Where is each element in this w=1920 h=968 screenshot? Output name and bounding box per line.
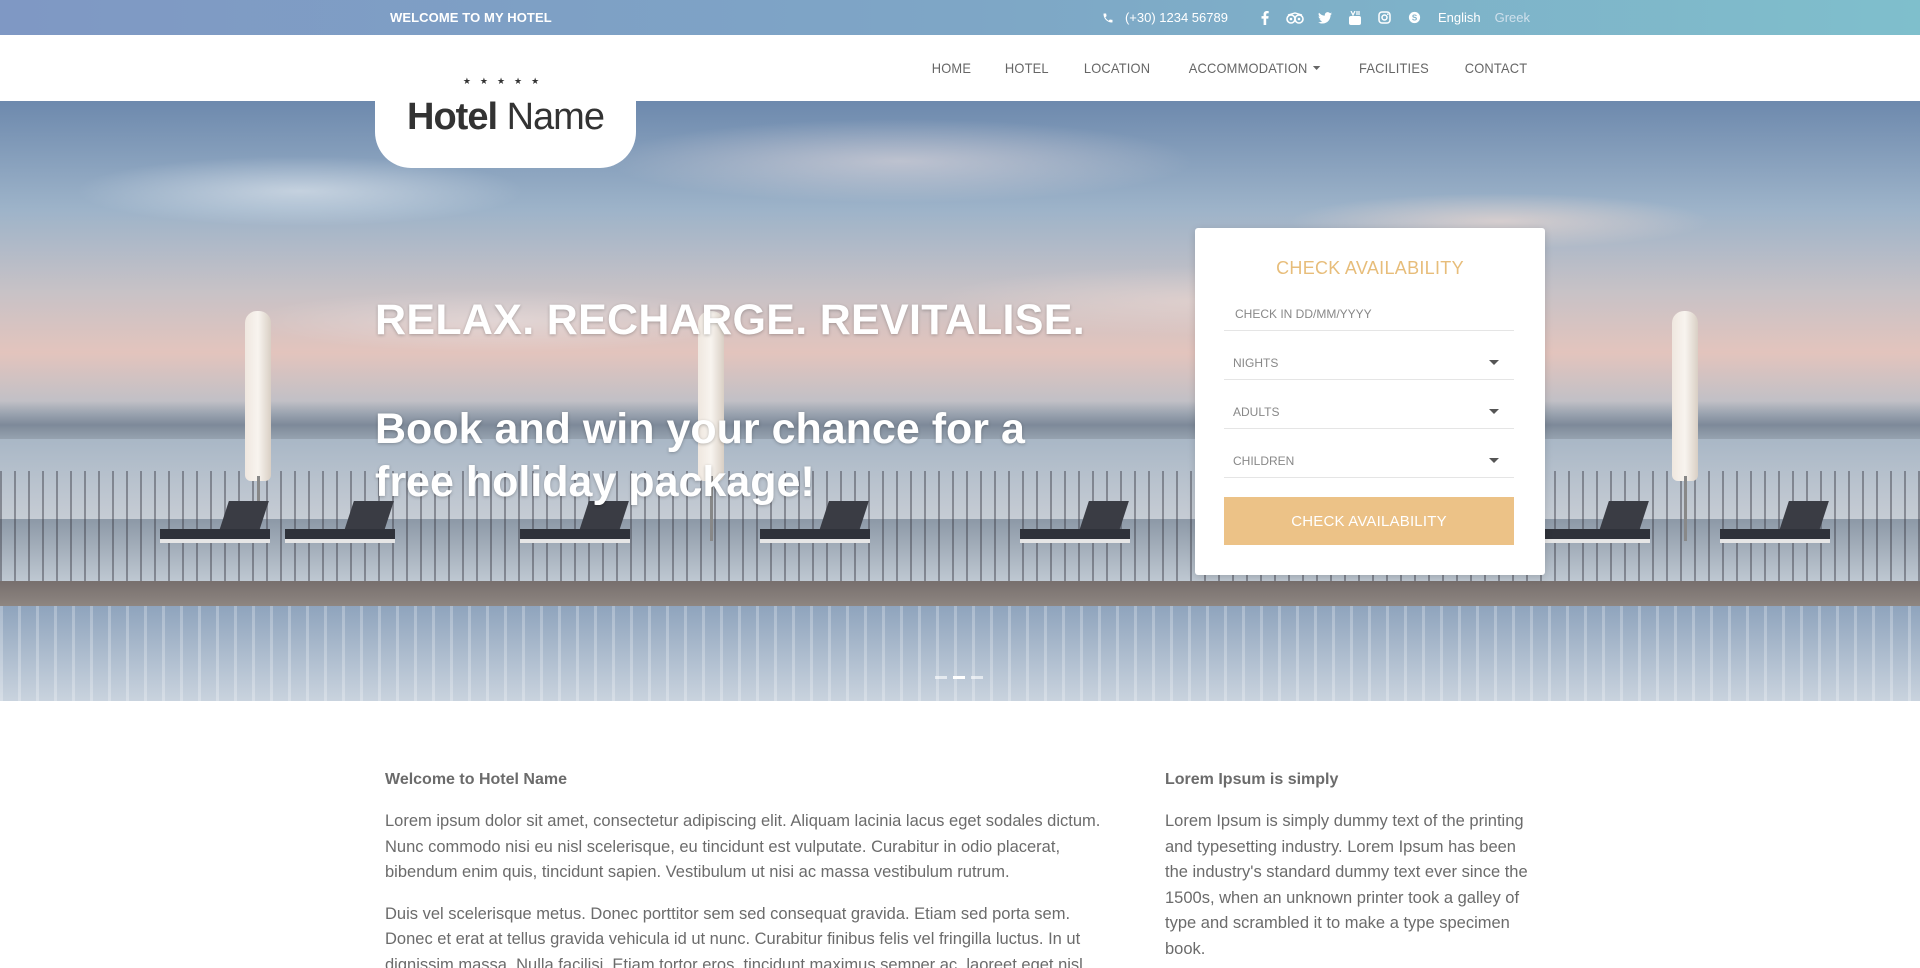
lounger-image <box>1540 501 1650 547</box>
main-navbar: HOME HOTEL LOCATION ACCOMMODATION FACILI… <box>0 35 1920 101</box>
info-column: Lorem Ipsum is simply Lorem Ipsum is sim… <box>1165 771 1535 968</box>
slider-dot-active[interactable] <box>953 676 965 679</box>
check-availability-button[interactable]: CHECK AVAILABILITY <box>1224 497 1514 545</box>
nav-home[interactable]: HOME <box>932 60 971 76</box>
welcome-paragraph: Lorem ipsum dolor sit amet, consectetur … <box>385 812 1101 881</box>
caret-down-icon <box>1312 66 1321 70</box>
nav-hotel[interactable]: HOTEL <box>1005 60 1049 76</box>
nav-facilities[interactable]: FACILITIES <box>1359 60 1429 76</box>
logo-name: Hotel Name <box>375 96 636 139</box>
umbrella-image <box>1672 311 1698 541</box>
hero-subheadline: Book and win your chance for a free holi… <box>375 405 1025 506</box>
lounger-image <box>160 501 270 547</box>
hero-deck <box>0 581 1920 606</box>
welcome-column: Welcome to Hotel Name Lorem ipsum dolor … <box>385 771 1115 968</box>
content-section: Welcome to Hotel Name Lorem ipsum dolor … <box>0 701 1920 968</box>
booking-title: CHECK AVAILABILITY <box>1276 258 1464 278</box>
slider-dot[interactable] <box>971 676 983 679</box>
booking-widget: CHECK AVAILABILITY CHECK IN DD/MM/YYYY N… <box>1195 228 1545 575</box>
nav-contact[interactable]: CONTACT <box>1465 60 1528 76</box>
language-greek[interactable]: Greek <box>1495 10 1530 25</box>
nights-label: NIGHTS <box>1233 355 1279 370</box>
twitter-icon[interactable] <box>1315 10 1335 26</box>
logo-name-bold: Hotel <box>407 96 498 138</box>
instagram-icon[interactable] <box>1375 10 1395 26</box>
lounger-image <box>1720 501 1830 547</box>
logo-stars: ★★★★★ <box>462 76 549 86</box>
chevron-down-icon <box>1489 360 1499 365</box>
hero-banner: RELAX. RECHARGE. REVITALISE. Book and wi… <box>0 101 1920 701</box>
welcome-heading: Welcome to Hotel Name <box>385 771 567 788</box>
logo-name-regular: Name <box>497 96 605 138</box>
hero-pool <box>0 606 1920 701</box>
language-english[interactable]: English <box>1438 10 1481 25</box>
main-menu: HOME HOTEL LOCATION ACCOMMODATION FACILI… <box>900 35 1530 101</box>
youtube-icon[interactable] <box>1345 10 1365 26</box>
info-heading: Lorem Ipsum is simply <box>1165 771 1339 788</box>
adults-select[interactable]: ADULTS <box>1224 395 1514 429</box>
chevron-down-icon <box>1489 409 1499 414</box>
facebook-icon[interactable] <box>1255 10 1275 26</box>
tripadvisor-icon[interactable] <box>1285 10 1305 26</box>
nights-select[interactable]: NIGHTS <box>1224 346 1514 380</box>
skype-icon[interactable]: S <box>1405 10 1425 26</box>
nav-accommodation[interactable]: ACCOMMODATION <box>1189 60 1321 76</box>
checkin-input[interactable]: CHECK IN DD/MM/YYYY <box>1224 297 1514 331</box>
info-paragraph: Lorem Ipsum is simply dummy text of the … <box>1165 812 1528 958</box>
social-links: S <box>1250 10 1430 26</box>
children-label: CHILDREN <box>1233 453 1295 468</box>
welcome-text: WELCOME TO MY HOTEL <box>390 10 552 25</box>
phone-icon <box>1101 11 1115 25</box>
chevron-down-icon <box>1489 458 1499 463</box>
svg-text:S: S <box>1412 14 1418 23</box>
welcome-paragraph: Duis vel scelerisque metus. Donec portti… <box>385 904 1088 968</box>
adults-label: ADULTS <box>1233 404 1280 419</box>
top-bar-right: (+30) 1234 56789 S English Greek <box>1101 0 1530 35</box>
phone-number[interactable]: (+30) 1234 56789 <box>1125 10 1228 25</box>
top-bar: WELCOME TO MY HOTEL (+30) 1234 56789 S E… <box>0 0 1920 35</box>
slider-dot[interactable] <box>935 676 947 679</box>
children-select[interactable]: CHILDREN <box>1224 444 1514 478</box>
hotel-logo[interactable]: ★★★★★ Hotel Name <box>375 74 636 168</box>
nav-location[interactable]: LOCATION <box>1084 60 1150 76</box>
slider-indicators <box>935 676 985 680</box>
hero-headline: RELAX. RECHARGE. REVITALISE. <box>375 296 1086 344</box>
nav-accommodation-label: ACCOMMODATION <box>1188 60 1308 76</box>
